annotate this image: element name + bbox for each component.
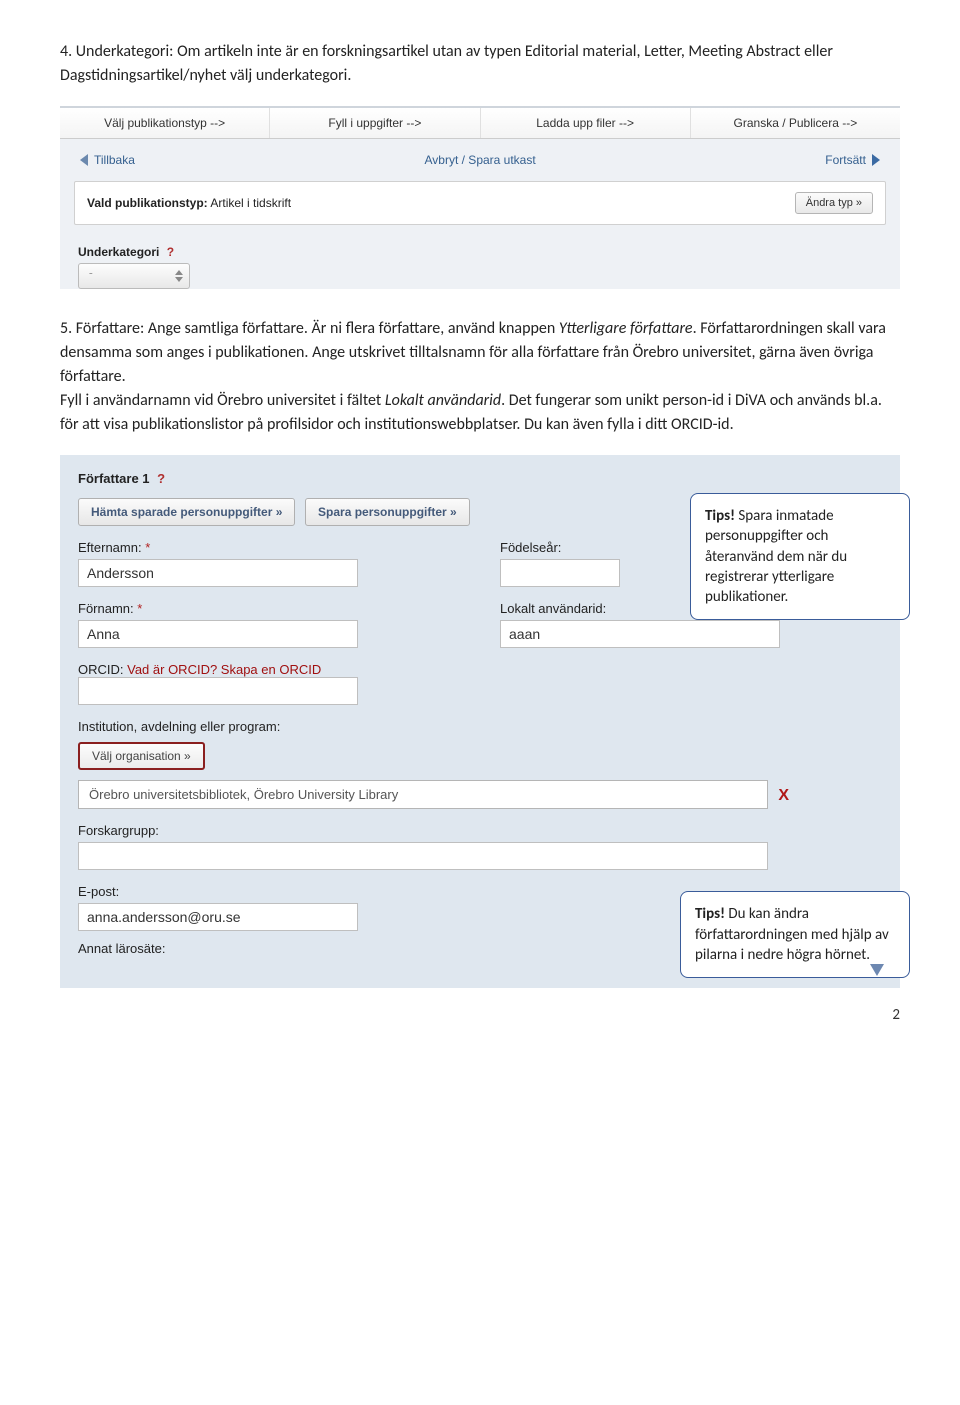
section-5-p1a: Ange samtliga författare. Är ni flera fö… — [148, 319, 559, 338]
lastname-label-text: Efternamn: — [78, 540, 142, 555]
org-value: Örebro universitetsbibliotek, Örebro Uni… — [89, 787, 398, 802]
section-5-number: 5. — [60, 319, 72, 338]
step-4[interactable]: Granska / Publicera --> — [691, 108, 900, 138]
chosen-type-value: Artikel i tidskrift — [210, 196, 291, 210]
localid-input[interactable] — [500, 620, 780, 648]
section-5: 5. Författare: Ange samtliga författare.… — [60, 317, 900, 437]
email-input[interactable] — [78, 903, 358, 931]
orcid-label: ORCID: — [78, 662, 124, 677]
org-value-box: Örebro universitetsbibliotek, Örebro Uni… — [78, 780, 768, 809]
save-person-button[interactable]: Spara personuppgifter » — [305, 498, 470, 526]
wizard-panel: Välj publikationstyp --> Fyll i uppgifte… — [60, 106, 900, 289]
section-4-body: Om artikeln inte är en forskningsartikel… — [60, 42, 833, 85]
subcategory-select[interactable]: - — [78, 263, 190, 289]
lastname-label: Efternamn: * — [78, 540, 460, 555]
birthyear-input[interactable] — [500, 559, 620, 587]
step-2[interactable]: Fyll i uppgifter --> — [270, 108, 480, 138]
section-5-p2a: Fyll i användarnamn vid Örebro universit… — [60, 391, 385, 410]
arrow-right-icon — [872, 154, 880, 166]
load-person-button[interactable]: Hämta sparade personuppgifter » — [78, 498, 295, 526]
section-4-title: Underkategori: — [76, 42, 174, 61]
cancel-label: Avbryt / Spara utkast — [425, 153, 536, 167]
continue-button[interactable]: Fortsätt — [825, 153, 880, 167]
section-4-number: 4. — [60, 42, 72, 61]
change-type-button[interactable]: Ändra typ » — [795, 192, 873, 214]
subcategory-label-row: Underkategori ? — [60, 239, 900, 263]
chosen-type-box: Vald publikationstyp: Artikel i tidskrif… — [74, 181, 886, 225]
author-panel: Författare 1 ? Hämta sparade personuppgi… — [60, 455, 900, 988]
tip1-bold: Tips! — [705, 507, 735, 525]
author-header: Författare 1 ? — [78, 471, 882, 486]
section-5-title: Författare: — [76, 319, 144, 338]
step-bar: Välj publikationstyp --> Fyll i uppgifte… — [60, 108, 900, 139]
step-1[interactable]: Välj publikationstyp --> — [60, 108, 270, 138]
author-header-text: Författare 1 — [78, 471, 150, 486]
cancel-save-button[interactable]: Avbryt / Spara utkast — [425, 153, 536, 167]
section-4: 4. Underkategori: Om artikeln inte är en… — [60, 40, 900, 88]
researchgroup-label: Forskargrupp: — [78, 823, 882, 838]
nav-row: Tillbaka Avbryt / Spara utkast Fortsätt — [60, 139, 900, 181]
subcategory-label: Underkategori — [78, 245, 159, 259]
help-icon[interactable]: ? — [167, 245, 174, 259]
step-3[interactable]: Ladda upp filer --> — [481, 108, 691, 138]
back-label: Tillbaka — [94, 153, 135, 167]
section-5-p1b: Ytterligare författare — [559, 319, 693, 338]
researchgroup-input[interactable] — [78, 842, 768, 870]
firstname-input[interactable] — [78, 620, 358, 648]
section-5-p2b: Lokalt användarid — [385, 391, 501, 410]
choose-org-button[interactable]: Välj organisation » — [78, 742, 205, 770]
help-icon[interactable]: ? — [157, 471, 165, 486]
page-number: 2 — [60, 1006, 900, 1024]
lastname-input[interactable] — [78, 559, 358, 587]
tip-box-1: Tips! Spara inmatade personuppgifter och… — [690, 493, 910, 620]
firstname-label-text: Förnamn: — [78, 601, 134, 616]
chosen-type-label: Vald publikationstyp: — [87, 196, 208, 210]
subcategory-selected: - — [89, 267, 93, 279]
institution-label: Institution, avdelning eller program: — [78, 719, 882, 734]
firstname-label: Förnamn: * — [78, 601, 460, 616]
orcid-input[interactable] — [78, 677, 358, 705]
reorder-down-icon[interactable] — [870, 964, 884, 976]
arrow-left-icon — [80, 154, 88, 166]
tip2-text: Du kan ändra författarordningen med hjäl… — [695, 905, 889, 964]
back-button[interactable]: Tillbaka — [80, 153, 135, 167]
continue-label: Fortsätt — [825, 153, 866, 167]
orcid-help-link[interactable]: Vad är ORCID? Skapa en ORCID — [127, 662, 321, 677]
tip2-bold: Tips! — [695, 905, 725, 923]
remove-org-icon[interactable]: X — [778, 787, 789, 805]
